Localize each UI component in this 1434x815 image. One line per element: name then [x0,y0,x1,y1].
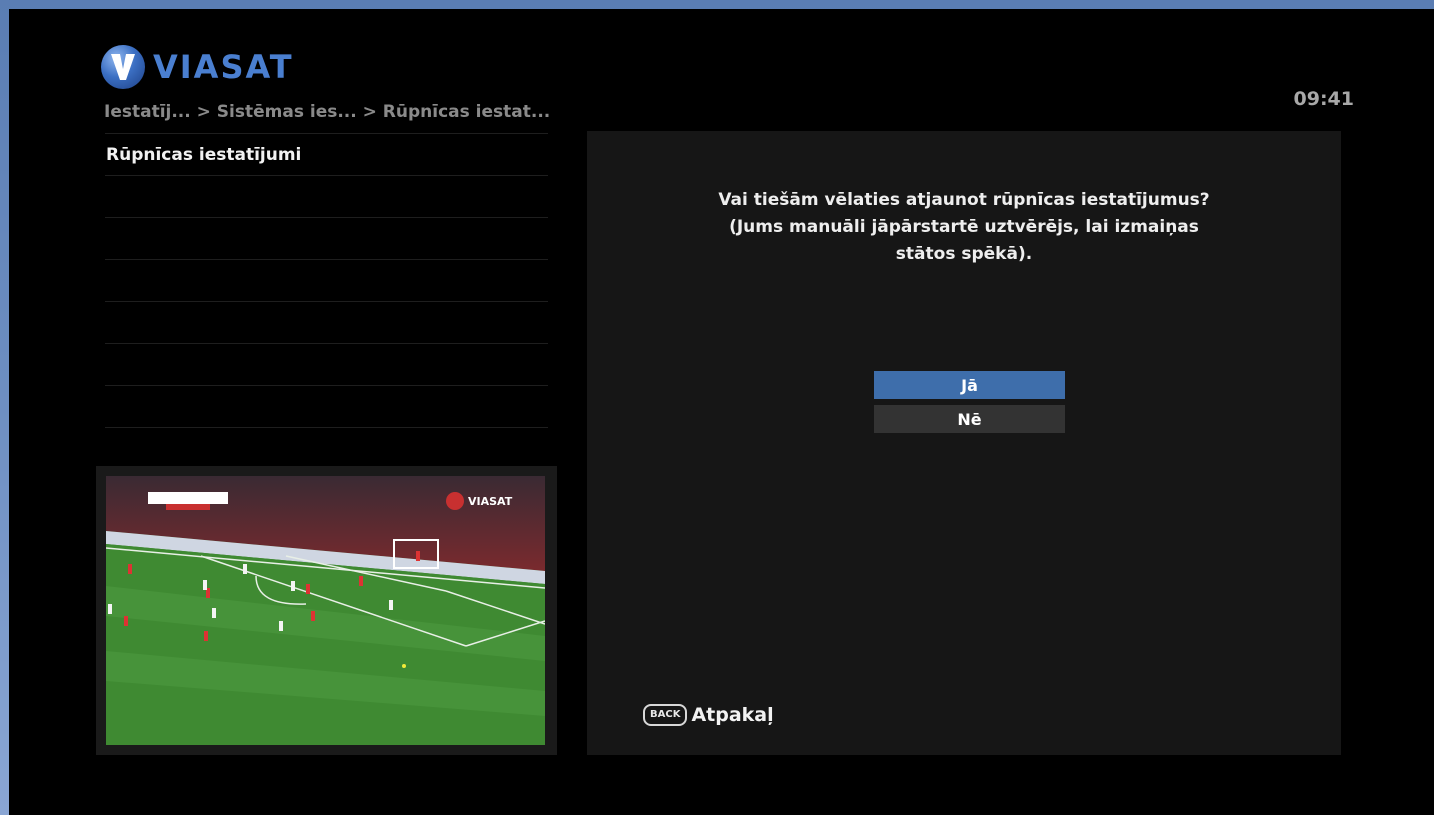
menu-item-empty [105,302,548,344]
no-button[interactable]: Nē [874,405,1065,433]
menu-item-empty [105,386,548,428]
live-tv-video: VIASAT [106,476,545,745]
back-key-icon: BACK [643,704,688,726]
clock: 09:41 [1293,88,1354,110]
menu-item-empty [105,344,548,386]
dialog-question: Vai tiešām vēlaties atjaunot rūpnīcas ie… [718,190,1210,264]
viasat-logo-text: VIASAT [153,48,294,86]
confirm-dialog: Vai tiešām vēlaties atjaunot rūpnīcas ie… [587,131,1341,755]
back-hint[interactable]: BACK Atpakaļ [643,704,774,726]
back-label: Atpakaļ [691,704,774,726]
menu-item-empty [105,218,548,260]
menu-item-empty [105,260,548,302]
settings-menu: Rūpnīcas iestatījumi [105,133,548,428]
viasat-logo: VIASAT [101,44,294,90]
viasat-logo-icon [101,45,145,89]
svg-text:VIASAT: VIASAT [468,495,513,508]
tv-screen: VIASAT Iestatīj... > Sistēmas ies... > R… [9,9,1434,815]
yes-button[interactable]: Jā [874,371,1065,399]
live-tv-preview: VIASAT [96,466,557,755]
menu-item-factory-settings[interactable]: Rūpnīcas iestatījumi [105,134,548,176]
menu-item-empty [105,176,548,218]
breadcrumb: Iestatīj... > Sistēmas ies... > Rūpnīcas… [104,102,551,122]
